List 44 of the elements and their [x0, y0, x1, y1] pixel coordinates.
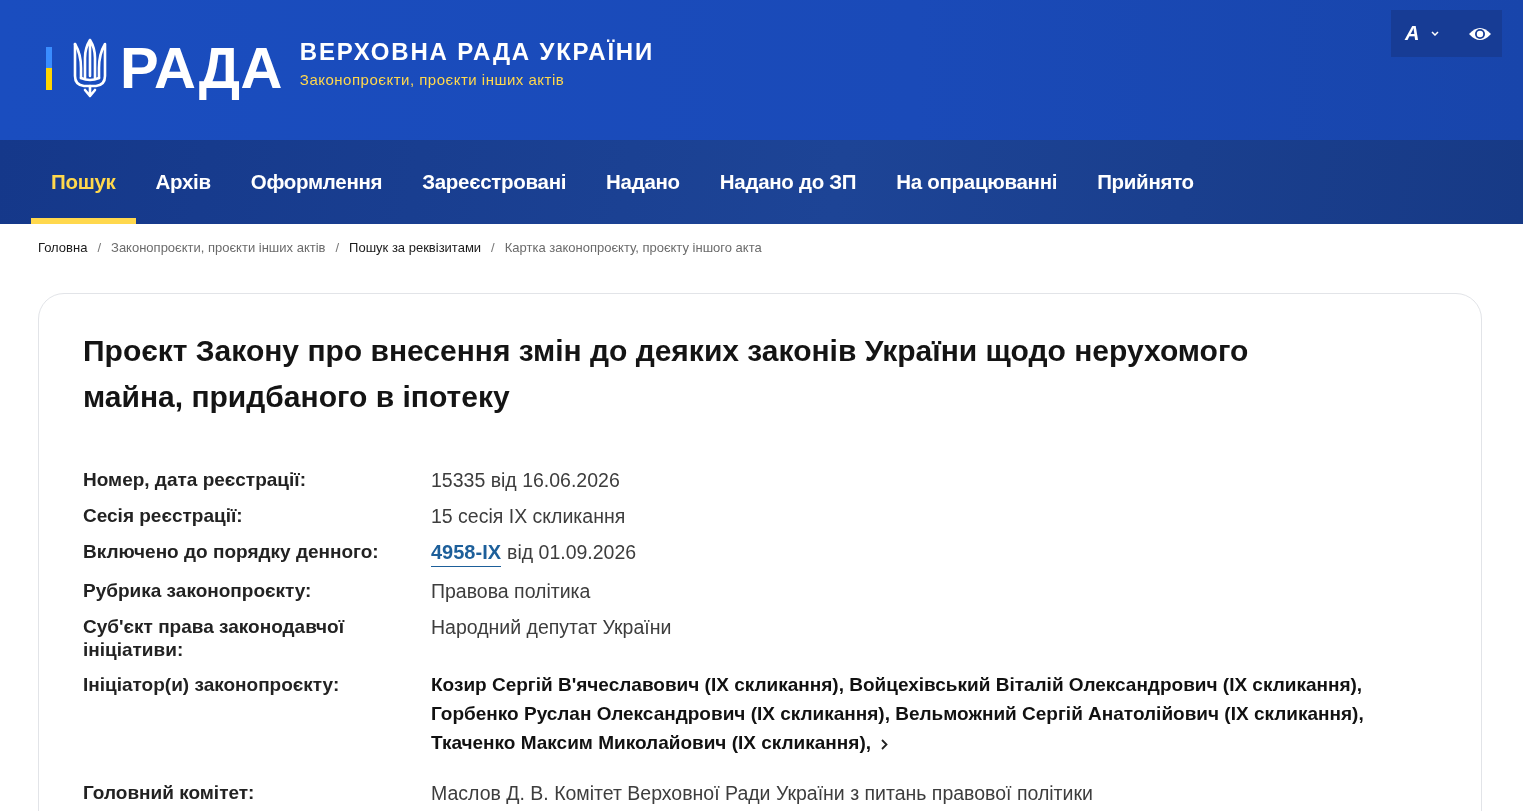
breadcrumb-separator: /	[335, 240, 340, 256]
field-value: Народний депутат України	[431, 615, 673, 640]
initiator-link[interactable]: Вельможний Сергій Анатолійович (IX скликання),	[895, 703, 1364, 724]
nav-tab[interactable]: На опрацюванні	[876, 140, 1078, 224]
breadcrumb-separator: /	[491, 240, 495, 256]
field-label: Номер, дата реєстрації:	[83, 468, 307, 492]
caret-icon	[1431, 31, 1440, 36]
breadcrumb-item: Законопроєкти, проєкти інших актів	[111, 240, 326, 256]
initiator-link[interactable]: Войцехівський Віталій Олександрович (IX скликання),	[849, 674, 1363, 695]
field-label: Головний комітет:	[83, 781, 256, 805]
flag-icon	[46, 46, 52, 90]
breadcrumb-link[interactable]: Головна	[38, 240, 88, 256]
field-label: Суб'єкт права законодавчої ініціативи:	[83, 615, 346, 661]
field-label: Включено до порядку денного:	[83, 540, 380, 564]
nav-tab[interactable]: Зареєстровані	[402, 140, 587, 224]
site-subtitle: Законопроєкти, проєкти інших актів	[299, 71, 566, 88]
field-value: від 01.09.2026	[507, 540, 637, 564]
initiator-link[interactable]: Горбенко Руслан Олександрович (IX скликання),	[431, 703, 890, 724]
nav-tab[interactable]: Прийнято	[1077, 140, 1214, 224]
field-value: Правова політика	[431, 579, 592, 603]
initiator-link[interactable]: Ткаченко Максим Миколайович (IX скликання),	[431, 732, 871, 753]
field-label: Сесія реєстрації:	[83, 504, 244, 528]
breadcrumb-separator: /	[97, 240, 102, 256]
eye-icon	[1468, 25, 1492, 42]
chevron-right-icon[interactable]	[881, 739, 888, 750]
agenda-link[interactable]: 4958-IX	[431, 541, 502, 567]
trident-icon	[72, 38, 108, 98]
nav-tab[interactable]: Оформлення	[230, 140, 403, 224]
initiator-link[interactable]: Козир Сергій В'ячеславович (IX скликання),	[431, 674, 844, 695]
field-value: 15 сесія IX скликання	[431, 504, 627, 528]
nav-tab[interactable]: Пошук	[31, 140, 136, 224]
font-size-button[interactable]: A	[1405, 22, 1440, 45]
bill-title: Проєкт Закону про внесення змін до деяких законів України щодо нерухомого майна, придбаного в іпотеку	[83, 333, 1250, 415]
breadcrumb-link[interactable]: Пошук за реквізитами	[349, 240, 482, 256]
field-label: Ініціатор(и) законопроєкту:	[83, 673, 341, 697]
nav-tab[interactable]: Архів	[135, 140, 231, 224]
field-label: Рубрика законопроєкту:	[83, 579, 313, 603]
nav-tab[interactable]: Надано	[586, 140, 700, 224]
field-value: Маслов Д. В. Комітет Верховної Ради України з питань правової політики	[431, 781, 1094, 805]
nav-tab[interactable]: Надано до ЗП	[699, 140, 877, 224]
breadcrumb-item: Картка законопроєкту, проєкту іншого акта	[504, 240, 762, 256]
accessibility-button[interactable]	[1468, 25, 1492, 42]
field-value: 15335 від 16.06.2026	[431, 468, 621, 492]
site-title: ВЕРХОВНА РАДА УКРАЇНИ	[299, 38, 655, 66]
